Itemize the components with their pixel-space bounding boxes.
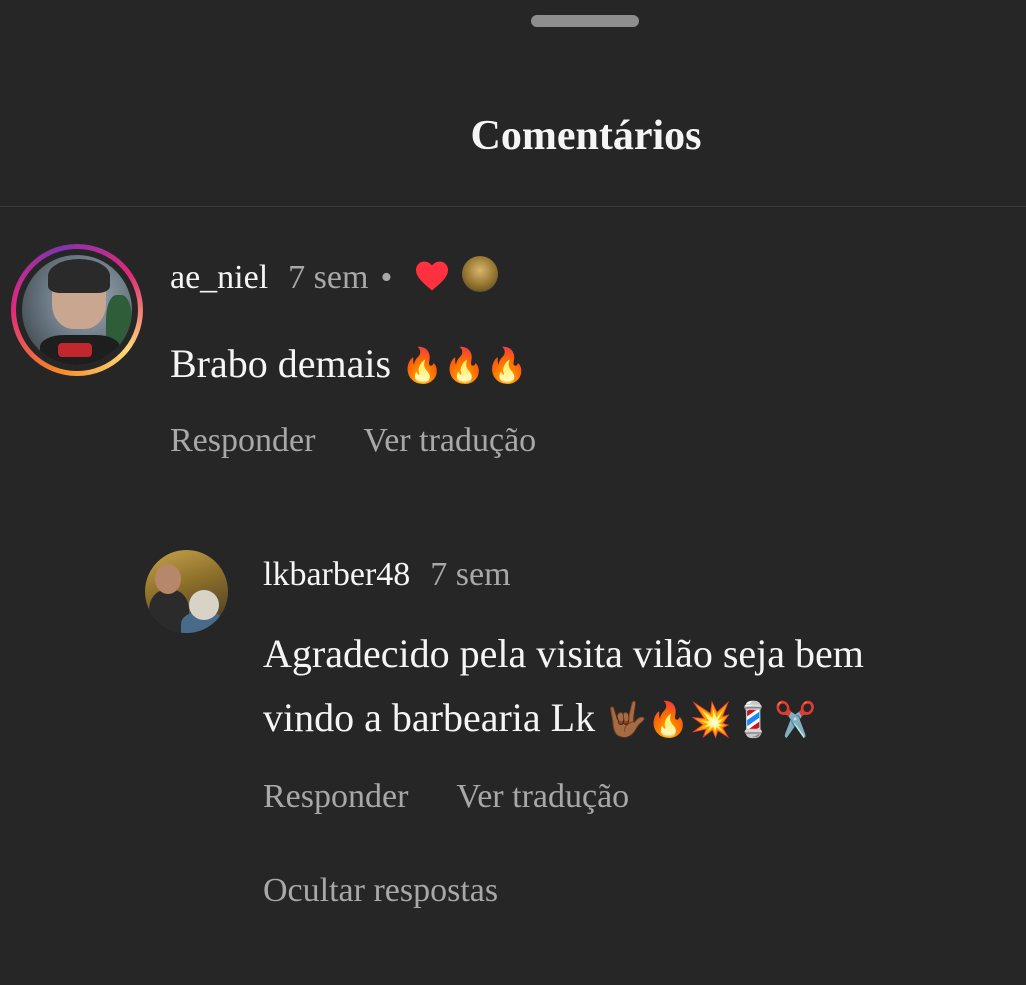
comment-timestamp: 7 sem	[288, 259, 369, 296]
comment-body: Brabo demais 🔥🔥🔥	[170, 332, 528, 398]
reply-button[interactable]: Responder	[170, 422, 315, 460]
comment-username[interactable]: ae_niel	[170, 259, 268, 297]
reply-text-line2: vindo a barbearia Lk	[263, 695, 596, 740]
comment-text: Brabo demais	[170, 341, 392, 386]
avatar[interactable]	[145, 550, 228, 633]
reply-header: lkbarber48 7 sem	[263, 556, 511, 594]
reply-username[interactable]: lkbarber48	[263, 556, 410, 594]
comment-emojis: 🔥🔥🔥	[401, 346, 529, 386]
hide-replies-button[interactable]: Ocultar respostas	[263, 872, 498, 910]
translate-button[interactable]: Ver tradução	[456, 778, 629, 816]
reply-button[interactable]: Responder	[263, 778, 408, 816]
separator-dot: •	[380, 259, 393, 296]
translate-button[interactable]: Ver tradução	[363, 422, 536, 460]
author-liked-indicator	[414, 256, 499, 294]
comment-header: ae_niel 7 sem •	[170, 254, 499, 297]
sheet-drag-handle[interactable]	[531, 15, 639, 27]
comment-actions: Responder Ver tradução	[170, 422, 536, 460]
header-divider	[0, 206, 1026, 207]
heart-icon	[416, 261, 449, 291]
reply-timestamp: 7 sem	[430, 556, 511, 593]
reply-actions: Responder Ver tradução	[263, 778, 629, 816]
reply-text-line1: Agradecido pela visita vilão seja bem	[263, 631, 864, 676]
sheet-title: Comentários	[470, 113, 702, 159]
avatar[interactable]	[22, 255, 132, 365]
author-avatar-mini	[462, 256, 499, 292]
reply-emojis: 🤟🏾🔥💥💈✂️	[605, 700, 817, 740]
reply-body: Agradecido pela visita vilão seja bem vin…	[263, 622, 983, 752]
